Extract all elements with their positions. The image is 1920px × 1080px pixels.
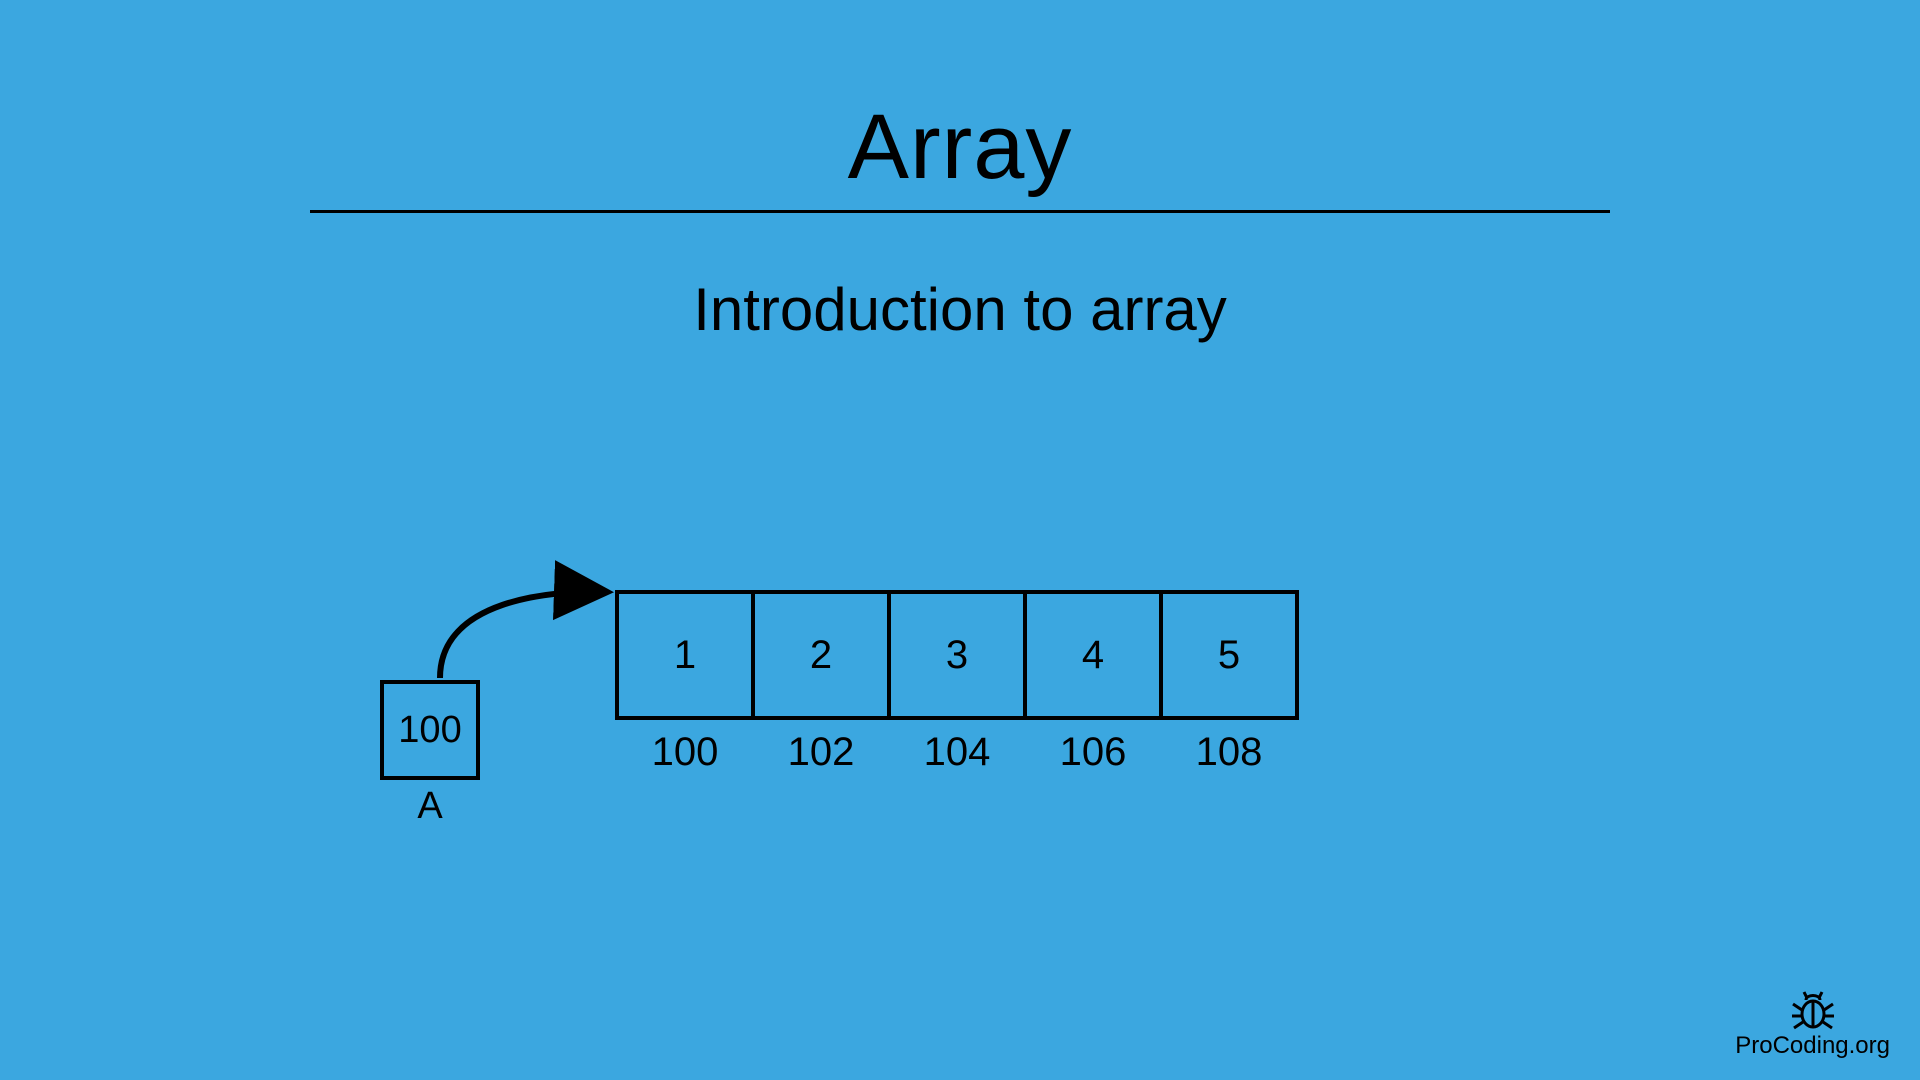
- cell-value: 4: [1082, 633, 1104, 678]
- array-cells-row: 1 2 3 4 5: [615, 590, 1299, 720]
- pointer-box: 100: [380, 680, 480, 780]
- array-cell: 4: [1023, 590, 1163, 720]
- address-label: 100: [615, 730, 755, 775]
- address-row: 100 102 104 106 108: [615, 730, 1299, 775]
- page-title: Array: [310, 95, 1610, 200]
- bug-icon: [1790, 990, 1836, 1030]
- address-label: 102: [751, 730, 891, 775]
- pointer-label: A: [380, 785, 480, 828]
- page-subtitle: Introduction to array: [0, 275, 1920, 344]
- cell-value: 5: [1218, 633, 1240, 678]
- brand-block: ProCoding.org: [1735, 990, 1890, 1060]
- cell-value: 1: [674, 633, 696, 678]
- brand-text: ProCoding.org: [1735, 1032, 1890, 1060]
- pointer-arrow: [420, 560, 640, 700]
- address-label: 106: [1023, 730, 1163, 775]
- address-label: 104: [887, 730, 1027, 775]
- address-label: 108: [1159, 730, 1299, 775]
- title-underline: [310, 210, 1610, 213]
- cell-value: 3: [946, 633, 968, 678]
- title-block: Array: [310, 95, 1610, 213]
- cell-value: 2: [810, 633, 832, 678]
- array-cell: 2: [751, 590, 891, 720]
- array-cell: 5: [1159, 590, 1299, 720]
- array-diagram: 100 A 1 2 3 4 5 100 102 104 106 108: [380, 590, 1380, 890]
- array-cell: 1: [615, 590, 755, 720]
- array-cell: 3: [887, 590, 1027, 720]
- pointer-value: 100: [398, 709, 461, 752]
